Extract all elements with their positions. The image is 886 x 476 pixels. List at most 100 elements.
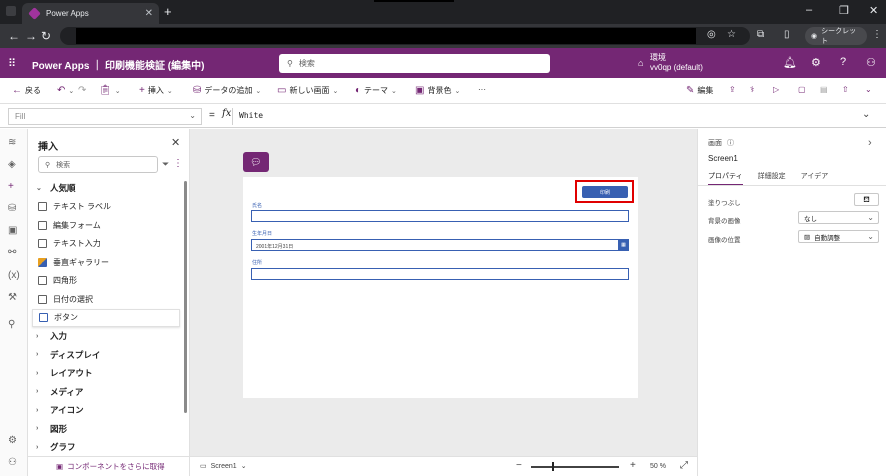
screen-selector[interactable]: ▭ Screen1 ⌄ [200, 462, 247, 471]
media-icon[interactable]: ▣ [8, 225, 17, 236]
group-input[interactable]: › 入力 [32, 327, 180, 346]
insert-item-text-input[interactable]: テキスト入力 [32, 235, 180, 254]
incognito-badge[interactable]: ◉ シークレット [805, 27, 867, 45]
browser-tab-power-apps[interactable]: Power Apps ✕ [22, 3, 159, 24]
app-screen[interactable]: 印刷 氏名 生年月日 2001年12月31日 ▦ 住所 [243, 177, 638, 398]
formula-input[interactable]: White [232, 108, 856, 125]
group-charts[interactable]: › グラフ [32, 438, 180, 457]
paste-button[interactable]: 📋︎ ⌄ [99, 85, 121, 96]
search-pane-icon[interactable]: ⚲ [8, 319, 15, 330]
more-options-icon[interactable]: ⋮ [173, 158, 183, 169]
zoom-slider[interactable] [531, 466, 619, 468]
save-icon[interactable]: ▤ [820, 85, 828, 94]
power-automate-icon[interactable]: ⚯ [8, 247, 16, 258]
insert-item-vertical-gallery[interactable]: 垂直ギャラリー [32, 253, 180, 272]
back-button[interactable]: ← 戻る [12, 85, 41, 96]
browser-menu-icon[interactable]: ⋮ [872, 29, 882, 40]
side-panel-icon[interactable]: ▯ [784, 29, 790, 40]
address-input[interactable] [251, 268, 629, 280]
window-close-icon[interactable]: ✕ [869, 4, 878, 17]
environment-picker[interactable]: ⌂ 環境 vv0qp (default) [638, 53, 703, 73]
zoom-slider-thumb[interactable] [552, 462, 554, 471]
notification-bell-icon[interactable]: 🔔︎ [783, 56, 797, 69]
properties-pane: 画面 ⓘ › Screen1 プロパティ 詳細設定 アイデア 塗りつぶし ⛾ 背… [697, 129, 886, 476]
group-popular[interactable]: ⌄ 人気順 [32, 179, 180, 198]
fill-label: 塗りつぶし [708, 200, 741, 207]
chevron-right-icon[interactable]: › [868, 137, 872, 149]
data-icon[interactable]: ⛁ [8, 203, 16, 214]
redo-button[interactable]: ↷ [78, 85, 86, 96]
new-screen-menu[interactable]: ▭ 新しい画面 ⌄ [277, 85, 338, 96]
filter-icon[interactable]: ⏷ [162, 159, 169, 170]
insert-menu[interactable]: + 挿入 ⌄ [139, 85, 173, 96]
help-circle-icon[interactable]: ⓘ [727, 138, 734, 148]
group-shapes[interactable]: › 図形 [32, 420, 180, 439]
insert-item-button[interactable]: ボタン [32, 308, 180, 327]
fit-to-window-icon[interactable]: ⤢ [680, 460, 688, 471]
account-icon[interactable]: ⚇ [866, 56, 876, 69]
get-more-components-link[interactable]: ▣ コンポーネントをさらに取得 [28, 456, 190, 476]
preview-icon[interactable]: ⌄ [865, 85, 872, 94]
pane-scrollbar[interactable] [184, 181, 187, 413]
group-display[interactable]: › ディスプレイ [32, 346, 180, 365]
insert-search-input[interactable]: ⚲ 検索 [38, 156, 158, 173]
tab-advanced[interactable]: 詳細設定 [758, 171, 786, 186]
tab-ideas[interactable]: アイデア [801, 171, 829, 186]
bg-image-dropdown[interactable]: なし ⌄ [798, 211, 879, 224]
screen-comments-icon[interactable]: 💬︎ [243, 152, 269, 172]
app-checker-icon[interactable]: ⚕ [750, 85, 754, 94]
add-data-menu[interactable]: ⛁ データの追加 ⌄ [193, 85, 261, 96]
undo-button[interactable]: ↶ ⌄ [57, 85, 74, 96]
insert-item-text-label[interactable]: テキスト ラベル [32, 198, 180, 217]
insert-item-rectangle[interactable]: 四角形 [32, 272, 180, 291]
group-icons[interactable]: › アイコン [32, 401, 180, 420]
new-tab-button[interactable]: + [164, 4, 172, 19]
group-media[interactable]: › メディア [32, 383, 180, 402]
edit-button[interactable]: ✎ 編集 [686, 85, 713, 96]
insert-plus-icon[interactable]: + [8, 181, 14, 192]
reload-icon[interactable]: ↻ [41, 29, 51, 43]
zoom-out-button[interactable]: − [516, 460, 522, 471]
extensions-icon[interactable]: ⧉ [757, 29, 764, 40]
more-commands-button[interactable]: ··· [478, 85, 486, 94]
settings-icon[interactable]: ⚙ [8, 435, 17, 446]
tree-view-icon[interactable]: ≋ [8, 137, 16, 148]
insert-item-edit-form[interactable]: 編集フォーム [32, 216, 180, 235]
bookmark-star-icon[interactable]: ☆ [727, 29, 736, 40]
share-icon[interactable]: ⇪ [729, 85, 736, 94]
insert-item-date-picker[interactable]: 日付の選択 [32, 290, 180, 309]
advanced-tools-icon[interactable]: ⚒ [8, 292, 17, 303]
fx-icon[interactable]: fx [222, 108, 231, 119]
preview-play-icon[interactable]: ▷ [773, 85, 779, 94]
group-layout[interactable]: › レイアウト [32, 364, 180, 383]
restore-icon[interactable]: ❐ [839, 4, 849, 17]
comments-icon[interactable]: ▢ [798, 85, 806, 94]
theme-menu[interactable]: ◐ テーマ ⌄ [355, 85, 397, 96]
layers-icon[interactable]: ◈ [8, 159, 16, 170]
eye-off-icon[interactable]: ◎ [707, 29, 716, 40]
virtual-agent-icon[interactable]: ⚇ [8, 457, 17, 468]
global-search-input[interactable]: ⚲ 検索 [279, 54, 550, 73]
name-input[interactable] [251, 210, 629, 222]
property-dropdown[interactable]: Fill ⌄ [8, 108, 202, 125]
zoom-in-button[interactable]: + [630, 460, 636, 471]
expand-formula-icon[interactable]: ⌄ [862, 109, 870, 120]
tab-properties[interactable]: プロパティ [708, 171, 743, 186]
minimize-icon[interactable]: – [806, 4, 812, 16]
image-position-dropdown[interactable]: ▨ 自動調整 ⌄ [798, 230, 879, 243]
close-icon[interactable]: ✕ [171, 136, 180, 149]
app-launcher-icon[interactable]: ⠿ [8, 57, 16, 70]
browser-back-icon[interactable]: ← [8, 29, 20, 43]
help-icon[interactable]: ? [840, 56, 846, 68]
background-color-menu[interactable]: ▣ 背景色 ⌄ [415, 85, 460, 96]
publish-icon[interactable]: ⇧ [842, 85, 849, 94]
tab-close-icon[interactable]: ✕ [145, 8, 153, 19]
variables-icon[interactable]: (x) [8, 270, 20, 281]
chevron-down-icon: ⌄ [68, 87, 75, 95]
tab-search-icon[interactable] [6, 6, 16, 16]
browser-forward-icon[interactable]: → [25, 29, 37, 43]
settings-gear-icon[interactable]: ⚙ [811, 56, 821, 69]
birthdate-picker[interactable]: 2001年12月31日 ▦ [251, 239, 629, 251]
fill-color-picker[interactable]: ⛾ [854, 193, 879, 206]
calendar-icon[interactable]: ▦ [618, 239, 629, 251]
